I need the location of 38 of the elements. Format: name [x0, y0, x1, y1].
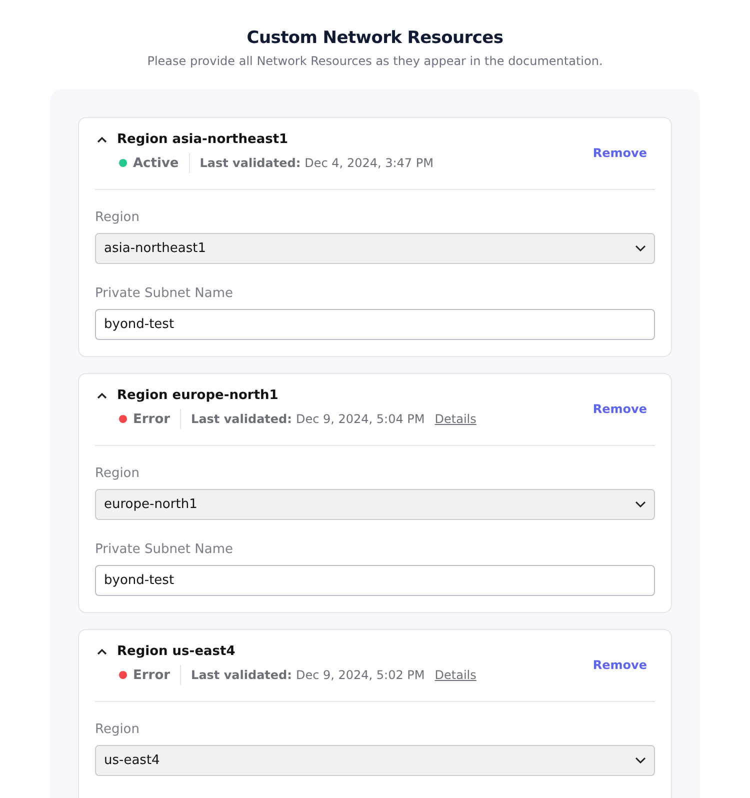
chevron-down-icon [635, 501, 646, 508]
details-link[interactable]: Details [434, 668, 476, 682]
field-label: Private Subnet Name [95, 286, 234, 301]
collapse-toggle[interactable] [95, 648, 109, 655]
validated-label: Last validated: [191, 668, 292, 682]
region-select[interactable]: asia-northeast1 [95, 233, 655, 264]
status-label: Active [133, 156, 179, 170]
resource-title: Region europe-north1 [117, 388, 278, 403]
collapse-toggle[interactable] [95, 392, 109, 399]
resource-title: Region us-east4 [117, 644, 236, 659]
validated-label: Last validated: [200, 156, 301, 170]
remove-button[interactable]: Remove [592, 398, 647, 420]
chevron-down-icon [635, 757, 646, 764]
page-title: Custom Network Resources [246, 28, 504, 48]
field-label: Region [95, 210, 141, 225]
field-label: Region [95, 466, 141, 481]
chevron-up-icon [97, 648, 107, 655]
validated-label: Last validated: [191, 412, 292, 426]
validated-time: Dec 9, 2024, 5:02 PM [296, 668, 425, 682]
region-select[interactable]: europe-north1 [95, 489, 655, 520]
chevron-down-icon [635, 245, 646, 252]
remove-button[interactable]: Remove [592, 654, 647, 676]
page-subtitle: Please provide all Network Resources as they appear in the documentation. [147, 54, 603, 68]
status-label: Error [133, 668, 170, 682]
chevron-up-icon [97, 392, 107, 399]
region-select[interactable]: us-east4 [95, 745, 655, 776]
subnet-name-field[interactable]: byond-test [95, 309, 655, 340]
collapse-toggle[interactable] [95, 136, 109, 143]
resource-title: Region asia-northeast1 [117, 132, 288, 147]
details-link[interactable]: Details [434, 412, 476, 426]
subnet-name-field[interactable]: byond-test [95, 565, 655, 596]
field-label: Region [95, 722, 141, 737]
validated-time: Dec 9, 2024, 5:04 PM [296, 412, 425, 426]
remove-button[interactable]: Remove [592, 142, 647, 164]
chevron-up-icon [97, 136, 107, 143]
status-label: Error [133, 412, 170, 426]
field-label: Private Subnet Name [95, 542, 234, 557]
validated-time: Dec 4, 2024, 3:47 PM [304, 156, 434, 170]
